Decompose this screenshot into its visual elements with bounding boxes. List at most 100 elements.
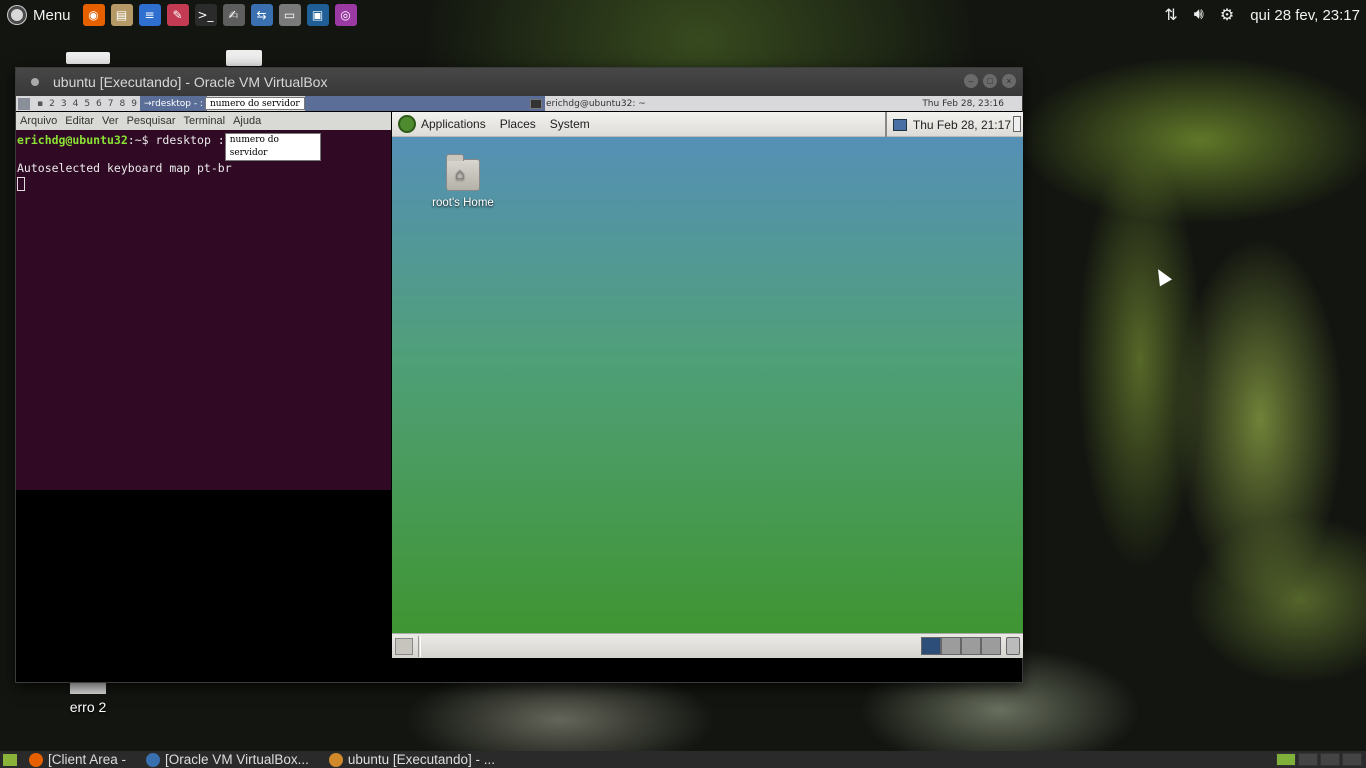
taskbar-item[interactable]: ubuntu [Executando] - ... xyxy=(325,752,499,767)
drive-icon[interactable]: ▭ xyxy=(278,4,301,26)
workspace-2[interactable] xyxy=(1298,753,1318,766)
main-menu-button[interactable]: Menu xyxy=(0,6,71,24)
system-tray: ⇅ 🔊︎ ⚙ qui 28 fev, 23:17 xyxy=(1164,0,1366,30)
taskbar-item[interactable]: [Oracle VM VirtualBox... xyxy=(142,752,313,767)
menu-logo-icon xyxy=(8,6,26,24)
desktop-erro2-icon[interactable] xyxy=(70,682,106,694)
window-menu-icon[interactable] xyxy=(31,78,39,86)
taskbar-item[interactable]: [Client Area - xyxy=(25,752,130,767)
terminal-menu-pesquisar[interactable]: Pesquisar xyxy=(127,115,176,127)
panel-separator xyxy=(418,636,421,657)
guest-workspace-5[interactable]: 5 xyxy=(81,99,93,109)
terminal-window[interactable]: Arquivo Editar Ver Pesquisar Terminal Ajuda e… xyxy=(16,112,391,490)
guest-workspace-7[interactable]: 7 xyxy=(105,99,117,109)
show-desktop-button[interactable] xyxy=(3,753,17,766)
terminal-command-line: erichdg@ubuntu32:~$ rdesktop : numero do … xyxy=(17,133,390,161)
remote-top-panel: Applications Places System Thu Feb 28, 21:… xyxy=(392,112,1023,137)
trash-icon[interactable] xyxy=(1006,637,1020,655)
virtualbox-vm-icon xyxy=(328,752,343,767)
guest-task-rdesktop[interactable]: →rdesktop - : xyxy=(139,96,207,111)
firefox-icon[interactable]: ◉ xyxy=(82,4,105,26)
guest-terminal-title: erichdg@ubuntu32: ~ xyxy=(546,98,646,109)
panel-clock[interactable]: qui 28 fev, 23:17 xyxy=(1250,7,1360,24)
workspace-3[interactable] xyxy=(1320,753,1340,766)
terminal-command: rdesktop : xyxy=(148,133,225,147)
terminal-menu-editar[interactable]: Editar xyxy=(65,115,94,127)
virtualbox-icon[interactable]: ▣ xyxy=(306,4,329,26)
terminal-cursor xyxy=(17,176,25,191)
remote-menus: Applications Places System xyxy=(421,117,604,131)
text-editor-icon[interactable]: ✍ xyxy=(222,4,245,26)
guest-clock[interactable]: Thu Feb 28, 23:16 xyxy=(922,96,1004,111)
guest-top-bar: ▪ 23456789 →rdesktop - : numero do servi… xyxy=(16,96,1022,111)
pager-workspace-3[interactable] xyxy=(961,637,981,655)
firefox-icon xyxy=(29,752,43,767)
settings-gear-icon[interactable]: ⚙ xyxy=(1220,5,1234,25)
guest-task-terminal[interactable]: erichdg@ubuntu32: ~ xyxy=(530,96,646,111)
network-icon[interactable]: ⇅ xyxy=(1164,5,1177,25)
terminal-output: Autoselected keyboard map pt-br xyxy=(17,161,232,175)
pager-workspace-1[interactable] xyxy=(921,637,941,655)
remote-workspace-pager[interactable] xyxy=(921,637,1001,655)
taskbar-item-label: ubuntu [Executando] - ... xyxy=(347,752,495,767)
close-icon[interactable]: × xyxy=(1002,74,1016,88)
maximize-icon[interactable]: □ xyxy=(983,74,997,88)
remote-network-icon[interactable] xyxy=(892,118,907,131)
menu-label: Menu xyxy=(33,6,71,24)
prompt-user: erichdg@ubuntu32 xyxy=(17,133,128,147)
workspace-1[interactable] xyxy=(1276,753,1296,766)
remote-home-icon[interactable]: ⌂ root's Home xyxy=(428,154,498,209)
taskbar-item-label: [Client Area - xyxy=(48,752,127,767)
remote-clock-area[interactable]: Thu Feb 28, 21:17 xyxy=(884,112,1011,137)
terminal-tooltip: numero do servidor xyxy=(224,133,321,161)
show-desktop-icon[interactable] xyxy=(395,638,413,655)
terminal-menu-terminal[interactable]: Terminal xyxy=(183,115,225,127)
remote-menu-applications[interactable]: Applications xyxy=(421,117,486,131)
guest-workspace-8[interactable]: 8 xyxy=(117,99,129,109)
pager-workspace-2[interactable] xyxy=(941,637,961,655)
graphics-tool-icon[interactable]: ✎ xyxy=(166,4,189,26)
guest-workspace-2[interactable]: 2 xyxy=(46,99,58,109)
virtualbox-icon xyxy=(146,752,161,767)
guest-workspace-9[interactable]: 9 xyxy=(128,99,140,109)
pager-workspace-4[interactable] xyxy=(981,637,1001,655)
terminal-menubar: Arquivo Editar Ver Pesquisar Terminal Ajuda xyxy=(16,112,391,130)
workspace-switcher[interactable] xyxy=(1276,753,1362,766)
prompt-path: :~$ xyxy=(127,133,149,147)
guest-workspace-4[interactable]: 4 xyxy=(70,99,82,109)
workspace-4[interactable] xyxy=(1342,753,1362,766)
gnome-foot-icon[interactable] xyxy=(398,115,416,133)
volume-icon[interactable]: 🔊︎ xyxy=(1194,6,1204,24)
remote-menu-system[interactable]: System xyxy=(550,117,590,131)
terminal-menu-ajuda[interactable]: Ajuda xyxy=(233,115,261,127)
guest-task-label: →rdesktop - : xyxy=(143,98,203,109)
terminal-icon[interactable]: >_ xyxy=(194,4,217,26)
network-tool-icon[interactable]: ⇆ xyxy=(250,4,273,26)
virtualbox-title: ubuntu [Executando] - Oracle VM VirtualB… xyxy=(53,74,328,90)
terminal-content[interactable]: erichdg@ubuntu32:~$ rdesktop : numero do … xyxy=(16,130,391,194)
launcher-bar: ◉ ▤ ≡ ✎ >_ ✍ ⇆ ▭ ▣ ◎ xyxy=(82,4,357,26)
media-icon[interactable]: ◎ xyxy=(334,4,357,26)
terminal-menu-arquivo[interactable]: Arquivo xyxy=(20,115,57,127)
guest-tooltip: numero do servidor xyxy=(204,97,305,110)
remote-power-icon[interactable] xyxy=(1013,116,1021,132)
terminal-menu-ver[interactable]: Ver xyxy=(102,115,119,127)
bottom-panel: [Client Area - [Oracle VM VirtualBox... ub… xyxy=(0,751,1366,768)
minimize-icon[interactable]: – xyxy=(964,74,978,88)
guest-workspace-6[interactable]: 6 xyxy=(93,99,105,109)
guest-menu-icon[interactable] xyxy=(18,97,30,110)
desktop-icon-label-erro2[interactable]: erro 2 xyxy=(58,699,118,715)
virtualbox-window: ubuntu [Executando] - Oracle VM VirtualB… xyxy=(15,67,1023,683)
text-document-icon[interactable]: ≡ xyxy=(138,4,161,26)
rdesktop-window[interactable]: Applications Places System Thu Feb 28, 21:… xyxy=(392,112,1023,658)
remote-menu-places[interactable]: Places xyxy=(500,117,536,131)
desktop-file-icon[interactable] xyxy=(226,50,262,66)
remote-desktop[interactable]: ⌂ root's Home xyxy=(392,137,1023,633)
guest-workspace-3[interactable]: 3 xyxy=(58,99,70,109)
file-manager-icon[interactable]: ▤ xyxy=(110,4,133,26)
remote-clock: Thu Feb 28, 21:17 xyxy=(912,117,1011,132)
mouse-cursor-icon xyxy=(1151,265,1173,287)
virtualbox-titlebar[interactable]: ubuntu [Executando] - Oracle VM VirtualB… xyxy=(16,68,1022,96)
guest-workspace-list: 23456789 xyxy=(46,99,140,109)
desktop-folder-icon[interactable] xyxy=(66,52,110,64)
